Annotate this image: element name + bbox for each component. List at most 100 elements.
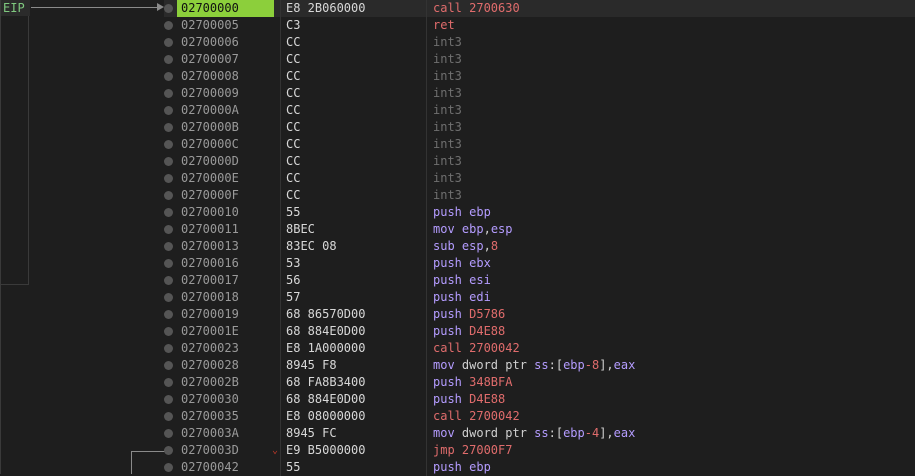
bytes-cell[interactable]: 8945 F8	[286, 357, 337, 374]
breakpoint-dot-icon[interactable]	[164, 293, 173, 302]
bytes-cell[interactable]: CC	[286, 136, 300, 153]
disasm-row[interactable]: 0270000C CC int3	[164, 136, 915, 153]
breakpoint-dot-icon[interactable]	[164, 208, 173, 217]
bytes-cell[interactable]: E8 2B060000	[286, 0, 365, 17]
disasm-row[interactable]: 0270000F CC int3	[164, 187, 915, 204]
disasm-row[interactable]: 02700042 55 push ebp	[164, 459, 915, 476]
address-cell[interactable]: 02700009	[177, 85, 274, 102]
breakpoint-dot-icon[interactable]	[164, 344, 173, 353]
bytes-cell[interactable]: E8 1A000000	[286, 340, 365, 357]
breakpoint-dot-icon[interactable]	[164, 242, 173, 251]
breakpoint-dot-icon[interactable]	[164, 446, 173, 455]
bytes-cell[interactable]: 68 884E0D00	[286, 391, 365, 408]
address-cell[interactable]: 0270000B	[177, 119, 274, 136]
address-cell[interactable]: 0270000C	[177, 136, 274, 153]
address-cell[interactable]: 0270001E	[177, 323, 274, 340]
disasm-row[interactable]: 02700016 53 push ebx	[164, 255, 915, 272]
bytes-cell[interactable]: E8 08000000	[286, 408, 365, 425]
instruction-cell[interactable]: call 2700042	[433, 408, 520, 425]
disasm-row[interactable]: 02700008 CC int3	[164, 68, 915, 85]
address-cell[interactable]: 02700018	[177, 289, 274, 306]
address-cell[interactable]: 02700028	[177, 357, 274, 374]
disassembly-list[interactable]: 02700000 E8 2B060000 call 2700630 02700005 C…	[164, 0, 915, 476]
address-cell[interactable]: 02700006	[177, 34, 274, 51]
disasm-row[interactable]: 02700000 E8 2B060000 call 2700630	[164, 0, 915, 17]
address-cell[interactable]: 02700030	[177, 391, 274, 408]
instruction-cell[interactable]: call 2700630	[433, 0, 520, 17]
breakpoint-dot-icon[interactable]	[164, 259, 173, 268]
disasm-row[interactable]: 0270003D ⌄ E9 B5000000 jmp 27000F7	[164, 442, 915, 459]
disasm-row[interactable]: 02700028 8945 F8 mov dword ptr ss:[ebp-8],…	[164, 357, 915, 374]
disasm-row[interactable]: 02700010 55 push ebp	[164, 204, 915, 221]
instruction-cell[interactable]: int3	[433, 102, 462, 119]
instruction-cell[interactable]: int3	[433, 153, 462, 170]
instruction-cell[interactable]: sub esp,8	[433, 238, 498, 255]
breakpoint-dot-icon[interactable]	[164, 72, 173, 81]
address-cell[interactable]: 02700019	[177, 306, 274, 323]
instruction-cell[interactable]: mov dword ptr ss:[ebp-4],eax	[433, 425, 635, 442]
instruction-cell[interactable]: push esi	[433, 272, 491, 289]
address-cell[interactable]: 0270002B	[177, 374, 274, 391]
disasm-row[interactable]: 02700007 CC int3	[164, 51, 915, 68]
disasm-row[interactable]: 0270000E CC int3	[164, 170, 915, 187]
breakpoint-dot-icon[interactable]	[164, 191, 173, 200]
instruction-cell[interactable]: int3	[433, 170, 462, 187]
address-cell[interactable]: 02700017	[177, 272, 274, 289]
address-cell[interactable]: 02700005	[177, 17, 274, 34]
disasm-row[interactable]: 02700030 68 884E0D00 push D4E88	[164, 391, 915, 408]
instruction-cell[interactable]: call 2700042	[433, 340, 520, 357]
disasm-row[interactable]: 02700023 E8 1A000000 call 2700042	[164, 340, 915, 357]
disasm-row[interactable]: 02700018 57 push edi	[164, 289, 915, 306]
disasm-row[interactable]: 0270000A CC int3	[164, 102, 915, 119]
disasm-row[interactable]: 02700006 CC int3	[164, 34, 915, 51]
breakpoint-dot-icon[interactable]	[164, 225, 173, 234]
breakpoint-dot-icon[interactable]	[164, 361, 173, 370]
instruction-cell[interactable]: push ebp	[433, 459, 491, 476]
address-cell[interactable]: 02700013	[177, 238, 274, 255]
instruction-cell[interactable]: int3	[433, 68, 462, 85]
breakpoint-dot-icon[interactable]	[164, 412, 173, 421]
breakpoint-dot-icon[interactable]	[164, 140, 173, 149]
instruction-cell[interactable]: int3	[433, 85, 462, 102]
bytes-cell[interactable]: CC	[286, 102, 300, 119]
bytes-cell[interactable]: CC	[286, 153, 300, 170]
disasm-row[interactable]: 0270000B CC int3	[164, 119, 915, 136]
breakpoint-dot-icon[interactable]	[164, 4, 173, 13]
disasm-row[interactable]: 0270003A 8945 FC mov dword ptr ss:[ebp-4],…	[164, 425, 915, 442]
breakpoint-dot-icon[interactable]	[164, 55, 173, 64]
address-cell[interactable]: 0270000F	[177, 187, 274, 204]
bytes-cell[interactable]: 83EC 08	[286, 238, 337, 255]
address-cell[interactable]: 0270003D	[177, 442, 274, 459]
bytes-cell[interactable]: 56	[286, 272, 300, 289]
bytes-cell[interactable]: CC	[286, 51, 300, 68]
breakpoint-dot-icon[interactable]	[164, 89, 173, 98]
breakpoint-dot-icon[interactable]	[164, 174, 173, 183]
bytes-cell[interactable]: 55	[286, 459, 300, 476]
bytes-cell[interactable]: 68 FA8B3400	[286, 374, 365, 391]
address-cell[interactable]: 0270003A	[177, 425, 274, 442]
address-cell[interactable]: 02700007	[177, 51, 274, 68]
disasm-row[interactable]: 02700009 CC int3	[164, 85, 915, 102]
address-cell[interactable]: 02700023	[177, 340, 274, 357]
address-cell[interactable]: 02700042	[177, 459, 274, 476]
disasm-row[interactable]: 0270002B 68 FA8B3400 push 348BFA	[164, 374, 915, 391]
bytes-cell[interactable]: CC	[286, 119, 300, 136]
instruction-cell[interactable]: push D4E88	[433, 323, 505, 340]
bytes-cell[interactable]: 68 884E0D00	[286, 323, 365, 340]
disasm-row[interactable]: 02700019 68 86570D00 push D5786	[164, 306, 915, 323]
bytes-cell[interactable]: 8945 FC	[286, 425, 337, 442]
disasm-row[interactable]: 0270001E 68 884E0D00 push D4E88	[164, 323, 915, 340]
address-cell[interactable]: 0270000A	[177, 102, 274, 119]
instruction-cell[interactable]: int3	[433, 119, 462, 136]
breakpoint-dot-icon[interactable]	[164, 395, 173, 404]
bytes-cell[interactable]: CC	[286, 85, 300, 102]
bytes-cell[interactable]: CC	[286, 170, 300, 187]
address-cell[interactable]: 02700000	[177, 0, 274, 17]
bytes-cell[interactable]: 57	[286, 289, 300, 306]
breakpoint-dot-icon[interactable]	[164, 157, 173, 166]
breakpoint-dot-icon[interactable]	[164, 38, 173, 47]
disasm-row[interactable]: 02700005 C3 ret	[164, 17, 915, 34]
address-cell[interactable]: 02700011	[177, 221, 274, 238]
address-cell[interactable]: 02700016	[177, 255, 274, 272]
bytes-cell[interactable]: CC	[286, 68, 300, 85]
